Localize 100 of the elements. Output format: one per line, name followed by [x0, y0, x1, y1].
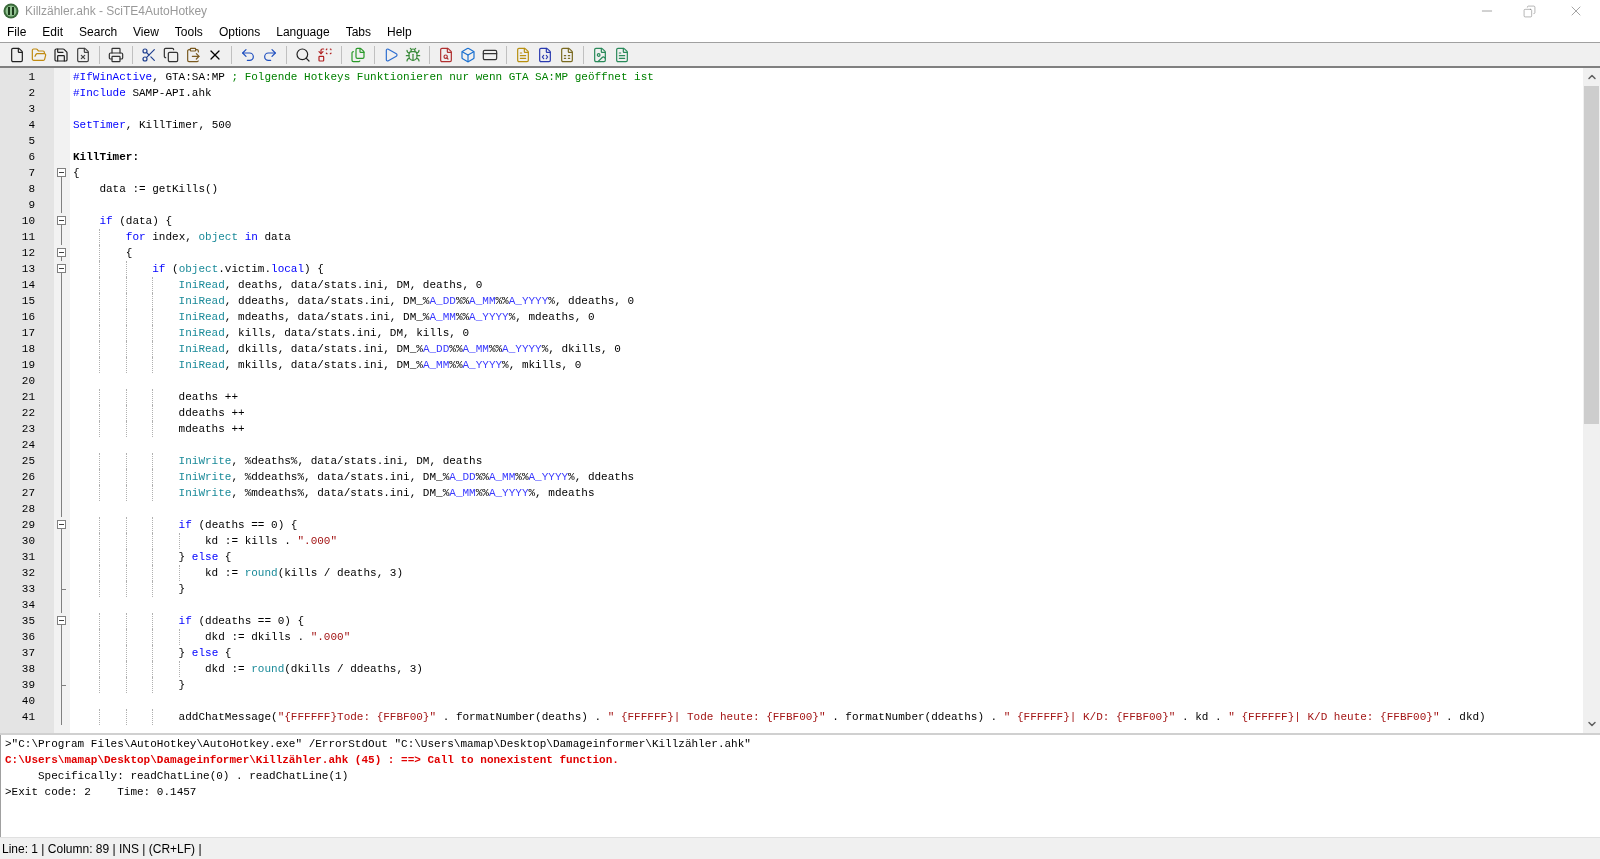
code-line: if (ddeaths == 0) {: [177, 615, 305, 627]
code-line: IniWrite, %ddeaths%, data/stats.ini, DM_%A_DD%%A_MM%%A_YYYY%, ddeaths: [177, 471, 635, 483]
line-number: 9: [28, 199, 35, 211]
line-number: 34: [21, 599, 35, 611]
code-line: #Include SAMP-API.ahk: [73, 87, 212, 99]
folder-icon[interactable]: [31, 46, 47, 63]
line-number: 13: [21, 263, 35, 275]
line-number: 6: [28, 151, 35, 163]
vertical-scrollbar[interactable]: [1583, 68, 1600, 733]
code-line: IniRead, kills, data/stats.ini, DM, kills, 0: [177, 327, 470, 339]
code-line: IniRead, ddeaths, data/stats.ini, DM_%A_DD%%A_MM%%A_YYYY%, ddeaths, 0: [177, 295, 635, 307]
code-line: IniRead, mkills, data/stats.ini, DM_%A_MM%%A_YYYY%, mkills, 0: [177, 359, 582, 371]
code-line: ddeaths ++: [177, 407, 245, 419]
printer-icon[interactable]: [108, 46, 124, 63]
line-number: 27: [21, 487, 35, 499]
line-number: 1: [28, 71, 35, 83]
line-number: 28: [21, 503, 35, 515]
menu-item[interactable]: Edit: [36, 22, 70, 42]
line-number: 4: [28, 119, 35, 131]
line-number: 14: [21, 279, 35, 291]
line-number: 23: [21, 423, 35, 435]
code-line: deaths ++: [177, 391, 239, 403]
line-number: 33: [21, 583, 35, 595]
line-number: 39: [21, 679, 35, 691]
menu-item[interactable]: Language: [270, 22, 336, 42]
text-document-icon[interactable]: [614, 46, 630, 63]
search-icon[interactable]: [295, 46, 311, 63]
save-icon[interactable]: [53, 46, 69, 63]
new-file-icon[interactable]: [9, 46, 25, 63]
line-number: 29: [21, 519, 35, 531]
undo-icon[interactable]: [240, 46, 256, 63]
line-number: 41: [21, 711, 35, 723]
fold-toggle[interactable]: [57, 616, 66, 625]
menu-item[interactable]: Search: [73, 22, 124, 42]
line-number: 11: [21, 231, 35, 243]
line-number: 30: [21, 535, 35, 547]
line-number: 35: [21, 615, 35, 627]
line-number: 5: [28, 135, 35, 147]
code-line: dkd := round(dkills / ddeaths, 3): [204, 663, 423, 675]
scrollbar-thumb[interactable]: [1584, 86, 1599, 424]
cut-icon[interactable]: [141, 46, 157, 63]
code-line: kd := round(kills / deaths, 3): [204, 567, 404, 579]
line-number: 40: [21, 695, 35, 707]
line-number: 22: [21, 407, 35, 419]
code-line: }: [177, 583, 186, 595]
code-line: IniWrite, %mdeaths%, data/stats.ini, DM_%A_MM%%A_YYYY%, mdeaths: [177, 487, 595, 499]
code-line: kd := kills . ".000": [204, 535, 338, 547]
line-number: 21: [21, 391, 35, 403]
code-line: }: [177, 679, 186, 691]
window-title: Killzähler.ahk - SciTE4AutoHotkey: [25, 3, 209, 20]
output-line: >Exit code: 2 Time: 0.1457: [5, 786, 197, 798]
fold-toggle[interactable]: [57, 264, 66, 273]
copy-icon[interactable]: [163, 46, 179, 63]
code-line: IniRead, deaths, data/stats.ini, DM, deaths, 0: [177, 279, 483, 291]
line-number: 2: [28, 87, 35, 99]
code-line: IniRead, mdeaths, data/stats.ini, DM_%A_MM%%A_YYYY%, mdeaths, 0: [177, 311, 595, 323]
code-line: KillTimer:: [73, 151, 139, 163]
code-line: if (data) {: [98, 215, 173, 227]
code-line: if (deaths == 0) {: [177, 519, 298, 531]
spreadsheet-icon[interactable]: [559, 46, 575, 63]
code-document-icon[interactable]: [537, 46, 553, 63]
inspect-icon[interactable]: [438, 46, 454, 63]
line-number: 20: [21, 375, 35, 387]
fold-toggle[interactable]: [57, 248, 66, 257]
fold-toggle[interactable]: [57, 520, 66, 529]
document-icon[interactable]: [515, 46, 531, 63]
output-line: C:\Users\mamap\Desktop\Damageinformer\Killzähler.ahk (45) : ==> Call to nonexistent function.: [5, 754, 619, 766]
line-number: 37: [21, 647, 35, 659]
run-icon[interactable]: [383, 46, 399, 63]
output-line: Specifically: readChatLine(0) . readChatLine(1): [37, 770, 349, 782]
line-number: 26: [21, 471, 35, 483]
replace-icon[interactable]: [317, 46, 333, 63]
menu-item[interactable]: Tabs: [339, 22, 377, 42]
chart-document-icon[interactable]: [592, 46, 608, 63]
code-line: dkd := dkills . ".000": [204, 631, 351, 643]
line-number: 24: [21, 439, 35, 451]
line-number: 31: [21, 551, 35, 563]
code-line: {: [124, 247, 133, 259]
line-number: 17: [21, 327, 35, 339]
cube-icon[interactable]: [460, 46, 476, 63]
menu-item[interactable]: File: [1, 22, 33, 42]
line-number: 25: [21, 455, 35, 467]
fold-toggle[interactable]: [57, 216, 66, 225]
line-number: 15: [21, 295, 35, 307]
menu-item[interactable]: View: [127, 22, 165, 42]
bug-icon[interactable]: [405, 46, 421, 63]
menu-item[interactable]: Help: [381, 22, 418, 42]
code-line: addChatMessage("{FFFFFF}Tode: {FFBF00}" . formatNumber(deaths) . " {FFFFFF}| Tode heute: {FFBF00}" . formatNumber(ddeaths) . " {FFFFFF}| K/D: {FFBF00}" . kd . " {FFFFFF}| K/D heute: {FFBF00}" . dkd): [177, 711, 1486, 723]
paste-icon[interactable]: [185, 46, 201, 63]
fold-toggle[interactable]: [57, 168, 66, 177]
redo-icon[interactable]: [262, 46, 278, 63]
code-line: IniRead, dkills, data/stats.ini, DM_%A_DD%%A_MM%%A_YYYY%, dkills, 0: [177, 343, 621, 355]
line-number: 16: [21, 311, 35, 323]
menu-item[interactable]: Tools: [168, 22, 209, 42]
menu-item[interactable]: Options: [212, 22, 267, 42]
code-line: } else {: [177, 647, 232, 659]
code-line: } else {: [177, 551, 232, 563]
close-file-icon[interactable]: [75, 46, 91, 63]
compile-icon[interactable]: [350, 46, 366, 63]
line-number: 7: [28, 167, 35, 179]
